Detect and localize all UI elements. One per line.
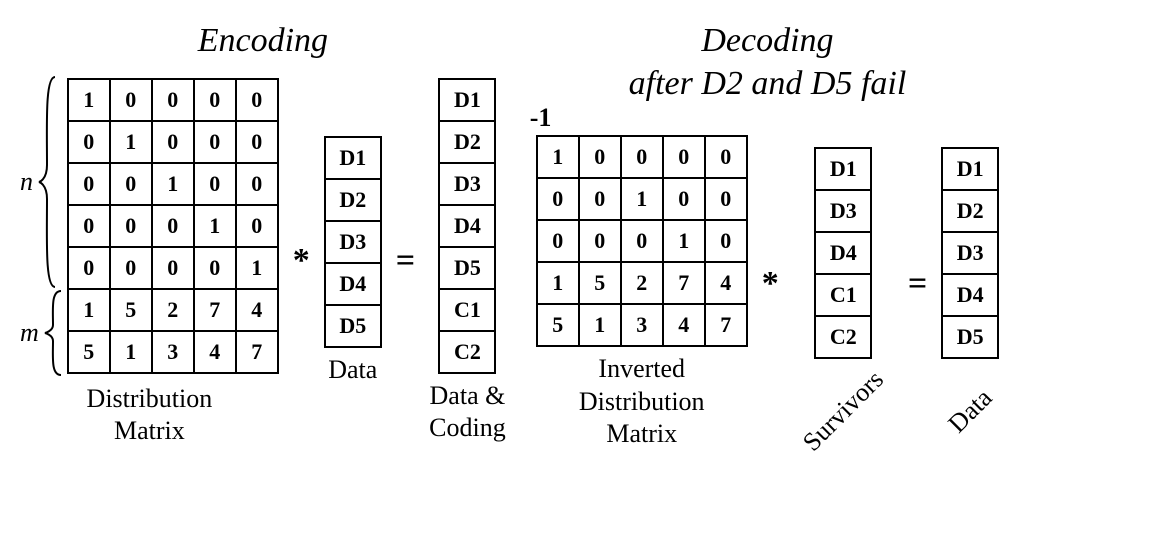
page: Encoding n m: [20, 20, 1153, 451]
table-row: D1: [325, 137, 381, 179]
table-row: D4: [325, 263, 381, 305]
equals-op: =: [396, 242, 415, 280]
table-row: C1: [439, 289, 495, 331]
decoding-title: Decoding after D2 and D5 fail: [629, 20, 907, 105]
table-row: 00010: [68, 205, 278, 247]
n-label: n: [20, 167, 33, 197]
curly-brace-icon: [43, 289, 63, 377]
table-row: D1: [439, 79, 495, 121]
curly-brace-icon: [37, 75, 57, 289]
inv-matrix-block: -1 10000 00100 00010 15274 51347 Inverte…: [536, 117, 748, 451]
table-row: D4: [439, 205, 495, 247]
multiply-op: *: [762, 265, 779, 303]
table-row: 10000: [537, 136, 747, 178]
data-vector-caption: Data: [328, 354, 377, 387]
dist-matrix-with-braces: n m: [20, 75, 279, 377]
table-row: D3: [942, 232, 998, 274]
data-vector: D1 D2 D3 D4 D5: [324, 136, 382, 348]
table-row: C1: [815, 274, 871, 316]
dist-matrix-caption: Distribution Matrix: [87, 383, 213, 448]
table-row: 15274: [537, 262, 747, 304]
distribution-matrix: 10000 01000 00100 00010 00001 15274 5134…: [67, 78, 279, 374]
result-vector-caption: Data & Coding: [429, 380, 506, 445]
table-row: D3: [325, 221, 381, 263]
table-row: 00100: [68, 163, 278, 205]
decoding-section: Decoding after D2 and D5 fail -1 10000 0…: [536, 20, 1000, 451]
table-row: D5: [942, 316, 998, 358]
table-row: C2: [439, 331, 495, 373]
survivors-vector: D1 D3 D4 C1 C2: [814, 147, 872, 359]
table-row: 10000: [68, 79, 278, 121]
equals-op: =: [908, 265, 927, 303]
table-row: 00001: [68, 247, 278, 289]
result-vector-block: D1 D2 D3 D4 D5 C1 C2 Data & Coding: [429, 78, 506, 445]
encoding-row: n m: [20, 75, 506, 448]
brace-column: n m: [20, 75, 63, 377]
decoded-data-caption: Data: [941, 382, 999, 440]
brace-m: m: [20, 289, 63, 377]
table-row: 01000: [68, 121, 278, 163]
table-row: 51347: [68, 331, 278, 373]
table-row: D4: [942, 274, 998, 316]
encoding-section: Encoding n m: [20, 20, 506, 448]
table-row: 15274: [68, 289, 278, 331]
decoding-row: -1 10000 00100 00010 15274 51347 Inverte…: [536, 117, 1000, 451]
inverse-exponent: -1: [530, 103, 552, 133]
table-row: D5: [325, 305, 381, 347]
table-row: D2: [439, 121, 495, 163]
brace-n: n: [20, 75, 63, 289]
m-label: m: [20, 318, 39, 348]
result-vector: D1 D2 D3 D4 D5 C1 C2: [438, 78, 496, 374]
data-vector-block: D1 D2 D3 D4 D5 Data: [324, 136, 382, 387]
table-row: D5: [439, 247, 495, 289]
dist-matrix-block: n m: [20, 75, 279, 448]
table-row: C2: [815, 316, 871, 358]
table-row: D1: [815, 148, 871, 190]
survivors-block: D1 D3 D4 C1 C2 Survivors: [793, 141, 894, 428]
table-row: D1: [942, 148, 998, 190]
table-row: D4: [815, 232, 871, 274]
encoding-title: Encoding: [198, 20, 328, 63]
decoded-data-vector: D1 D2 D3 D4 D5: [941, 147, 999, 359]
multiply-op: *: [293, 242, 310, 280]
table-row: D3: [439, 163, 495, 205]
inverted-matrix: 10000 00100 00010 15274 51347: [536, 135, 748, 347]
survivors-caption: Survivors: [796, 364, 890, 458]
table-row: 00010: [537, 220, 747, 262]
table-row: D2: [325, 179, 381, 221]
table-row: D2: [942, 190, 998, 232]
table-row: 00100: [537, 178, 747, 220]
table-row: D3: [815, 190, 871, 232]
table-row: 51347: [537, 304, 747, 346]
decoded-data-block: D1 D2 D3 D4 D5 Data: [941, 141, 999, 428]
inv-matrix-caption: Inverted Distribution Matrix: [579, 353, 705, 451]
